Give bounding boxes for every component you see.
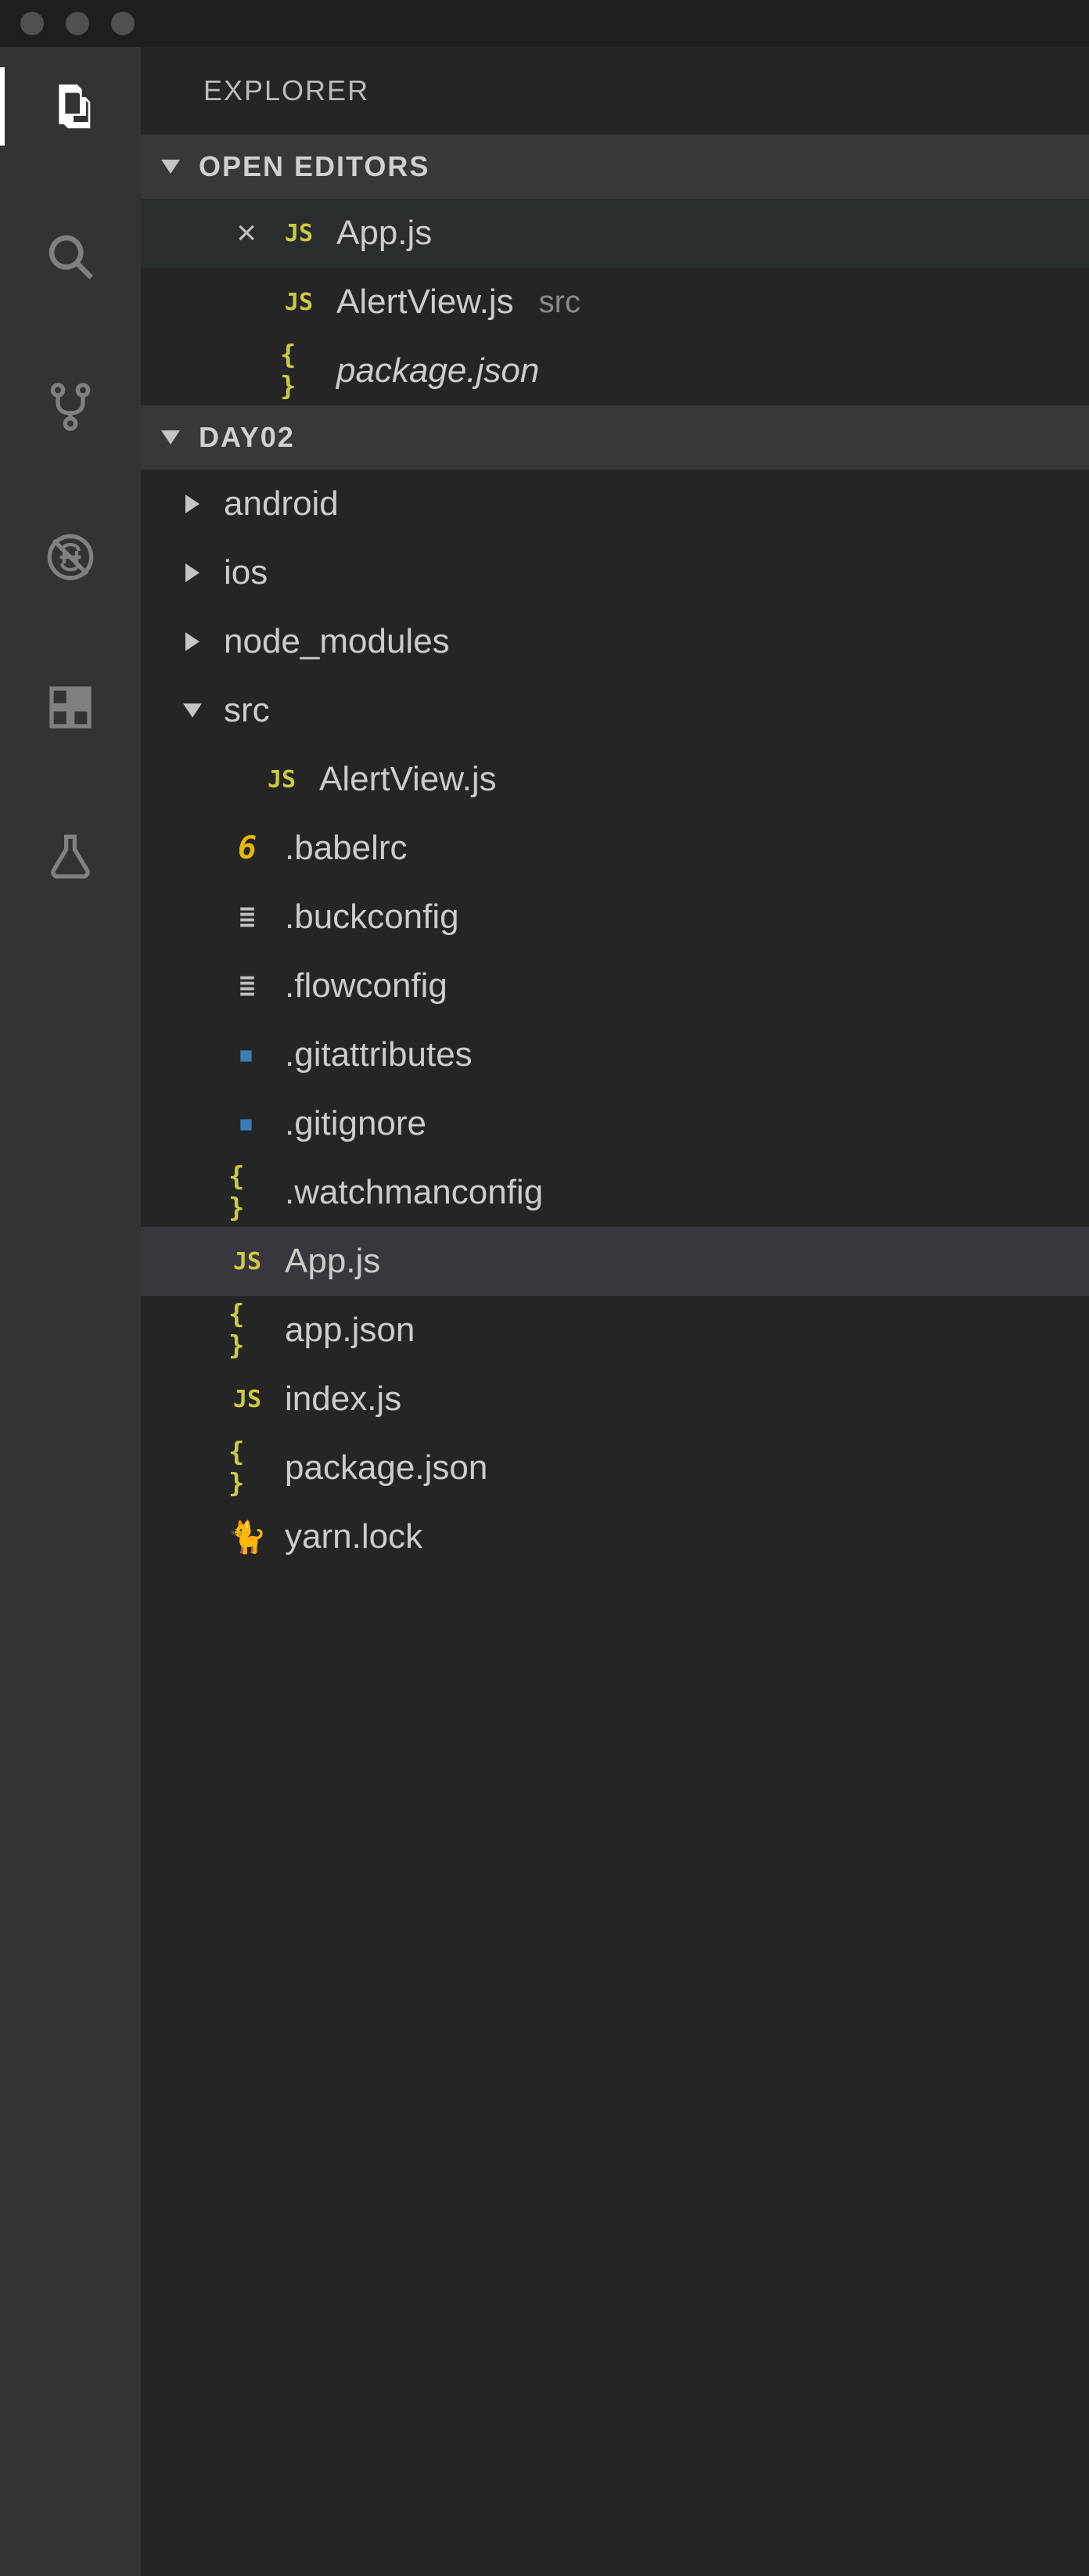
file-label: .babelrc	[285, 829, 408, 868]
file-label: yarn.lock	[285, 1517, 422, 1556]
open-editor-item[interactable]: × JS App.js	[141, 199, 1089, 268]
json-file-icon: { }	[275, 352, 322, 390]
chevron-right-icon	[175, 563, 210, 582]
chevron-down-icon	[155, 160, 186, 174]
file-item[interactable]: JS App.js	[141, 1227, 1089, 1296]
folder-label: android	[224, 484, 339, 523]
file-item[interactable]: { } package.json	[141, 1434, 1089, 1502]
chevron-down-icon	[175, 703, 210, 718]
git-branch-icon	[45, 382, 95, 432]
open-editor-label: App.js	[336, 214, 432, 253]
folder-item[interactable]: src	[141, 676, 1089, 745]
file-label: .gitignore	[285, 1104, 426, 1143]
file-label: .buckconfig	[285, 898, 459, 937]
file-item[interactable]: JS AlertView.js	[141, 745, 1089, 814]
file-item[interactable]: { } .watchmanconfig	[141, 1158, 1089, 1227]
file-label: package.json	[285, 1448, 487, 1488]
js-file-icon: JS	[275, 283, 322, 321]
folder-label: ios	[224, 553, 268, 592]
project-label: DAY02	[199, 421, 295, 454]
json-file-icon: { }	[224, 1449, 271, 1487]
chevron-down-icon	[155, 430, 186, 444]
chevron-right-icon	[175, 495, 210, 513]
lines-file-icon: ≣	[224, 898, 271, 936]
babel-file-icon: 6	[224, 829, 271, 867]
js-file-icon: JS	[224, 1380, 271, 1418]
folder-item[interactable]: node_modules	[141, 607, 1089, 676]
activity-search[interactable]	[31, 228, 110, 285]
window-minimize-traffic[interactable]	[66, 12, 89, 35]
window-close-traffic[interactable]	[20, 12, 44, 35]
file-label: app.json	[285, 1311, 415, 1350]
open-editor-label: AlertView.js	[336, 282, 514, 322]
folder-label: node_modules	[224, 622, 450, 661]
file-item[interactable]: ≣ .flowconfig	[141, 952, 1089, 1020]
beaker-icon	[45, 833, 95, 883]
open-editors-header[interactable]: OPEN EDITORS	[141, 135, 1089, 199]
js-file-icon: JS	[224, 1243, 271, 1280]
git-file-icon: ◆	[224, 1036, 271, 1074]
window-zoom-traffic[interactable]	[111, 12, 135, 35]
activity-explorer[interactable]	[31, 78, 110, 135]
js-file-icon: JS	[275, 214, 322, 252]
chevron-right-icon	[175, 632, 210, 651]
folder-item[interactable]: android	[141, 470, 1089, 538]
yarn-file-icon: 🐈	[224, 1518, 271, 1556]
activity-extensions[interactable]	[31, 679, 110, 736]
file-item[interactable]: ◆ .gitignore	[141, 1089, 1089, 1158]
close-editor-button[interactable]: ×	[196, 216, 261, 250]
file-label: App.js	[285, 1242, 380, 1281]
file-item[interactable]: 6 .babelrc	[141, 814, 1089, 883]
file-item[interactable]: ≣ .buckconfig	[141, 883, 1089, 952]
activity-beaker[interactable]	[31, 829, 110, 886]
file-item[interactable]: 🐈 yarn.lock	[141, 1502, 1089, 1571]
sidebar: EXPLORER OPEN EDITORS × JS App.js JS AlertVi…	[141, 47, 1089, 2576]
extensions-icon	[45, 682, 95, 732]
files-icon	[45, 81, 95, 131]
file-label: .watchmanconfig	[285, 1173, 543, 1212]
folder-item[interactable]: ios	[141, 538, 1089, 607]
file-item[interactable]: JS index.js	[141, 1365, 1089, 1434]
file-item[interactable]: ◆ .gitattributes	[141, 1020, 1089, 1089]
activity-source-control[interactable]	[31, 379, 110, 435]
json-file-icon: { }	[224, 1311, 271, 1349]
git-file-icon: ◆	[224, 1105, 271, 1142]
file-label: .flowconfig	[285, 966, 447, 1006]
open-editor-dir: src	[539, 285, 580, 320]
main: EXPLORER OPEN EDITORS × JS App.js JS AlertVi…	[0, 47, 1089, 2576]
bug-off-icon	[45, 532, 95, 582]
close-icon: ×	[236, 216, 257, 250]
file-label: index.js	[285, 1380, 401, 1419]
file-item[interactable]: { } app.json	[141, 1296, 1089, 1365]
search-icon	[45, 232, 95, 282]
file-tree: android ios node_modulessrc JS AlertView.js 6…	[141, 470, 1089, 1571]
file-label: AlertView.js	[319, 760, 497, 799]
open-editors-label: OPEN EDITORS	[199, 150, 429, 183]
activity-bar	[0, 47, 141, 2576]
open-editors-list: × JS App.js JS AlertView.js src { } package.jso…	[141, 199, 1089, 405]
open-editor-label: package.json	[336, 351, 539, 390]
sidebar-title: EXPLORER	[141, 47, 1089, 135]
open-editor-item[interactable]: { } package.json	[141, 336, 1089, 405]
file-label: .gitattributes	[285, 1035, 473, 1074]
project-header[interactable]: DAY02	[141, 405, 1089, 470]
folder-label: src	[224, 691, 270, 730]
js-file-icon: JS	[258, 761, 305, 798]
title-bar	[0, 0, 1089, 47]
open-editor-item[interactable]: JS AlertView.js src	[141, 268, 1089, 336]
json-file-icon: { }	[224, 1174, 271, 1211]
lines-file-icon: ≣	[224, 967, 271, 1005]
activity-debug[interactable]	[31, 529, 110, 585]
